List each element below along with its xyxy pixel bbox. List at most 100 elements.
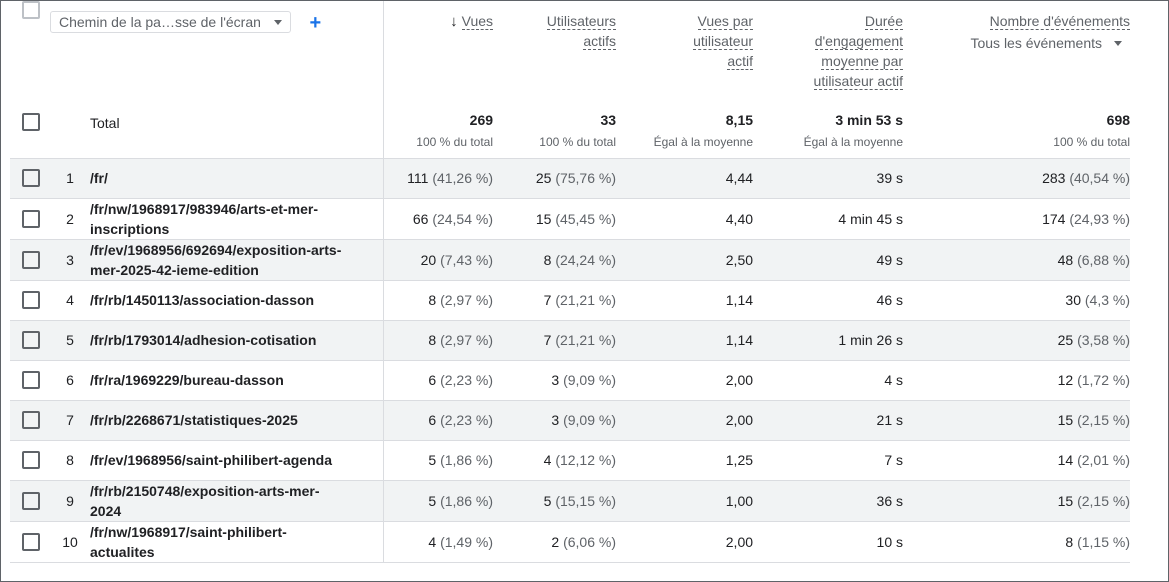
row-events-value: 25 (1057, 332, 1074, 348)
row-events-pct: (40,54 %) (1069, 170, 1131, 186)
row-users: 7 (21,21 %) (493, 320, 617, 361)
row-index: 2 (50, 198, 90, 240)
dimension-select[interactable]: Chemin de la pa…sse de l'écran (50, 11, 291, 33)
row-views-value: 20 (420, 251, 437, 268)
header-views[interactable]: ↓ Vues (383, 1, 494, 101)
row-checkbox[interactable] (22, 371, 40, 389)
report-table-frame: Chemin de la pa…sse de l'écran + ↓ Vues U… (0, 0, 1169, 582)
row-checkbox[interactable] (22, 250, 40, 269)
row-page-path[interactable]: /fr/ra/1969229/bureau-dasson (90, 360, 384, 401)
row-pad (1130, 239, 1162, 280)
table-row[interactable]: 10/fr/nw/1968917/saint-philibert-actuali… (10, 521, 1161, 563)
row-page-path[interactable]: /fr/nw/1968917/saint-philibert-actualite… (90, 521, 384, 563)
row-checkbox[interactable] (22, 209, 40, 228)
row-checkbox-cell (10, 280, 50, 321)
row-users-value: 8 (543, 251, 552, 268)
row-users-pct: (9,09 %) (563, 412, 617, 428)
table-row[interactable]: 4/fr/rb/1450113/association-dasson 8 (2,9… (10, 280, 1161, 321)
row-events-value: 15 (1057, 492, 1074, 509)
sort-descending-icon: ↓ (450, 13, 458, 30)
row-checkbox[interactable] (22, 451, 40, 469)
header-select-all-checkbox[interactable] (22, 1, 40, 19)
row-views-value: 6 (428, 372, 437, 388)
row-users-pct: (24,24 %) (555, 251, 617, 268)
row-checkbox[interactable] (22, 532, 40, 551)
row-page-path[interactable]: /fr/rb/1450113/association-dasson (90, 280, 384, 321)
row-views-per-user: 1,14 (616, 320, 754, 361)
header-active-users-line1: Utilisateurs (546, 13, 617, 30)
row-users-pct: (6,06 %) (563, 533, 617, 550)
table-row[interactable]: 7/fr/rb/2268671/statistiques-2025 6 (2,23… (10, 400, 1162, 441)
row-page-path[interactable]: /fr/ (90, 158, 384, 199)
row-users-pct: (75,76 %) (555, 170, 617, 186)
row-events: 48 (6,88 %) (903, 239, 1131, 281)
row-events-pct: (6,88 %) (1077, 251, 1131, 268)
row-page-path-line1: /fr/ra/1969229/bureau-dasson (90, 372, 284, 388)
row-page-path-line1: /fr/rb/2268671/statistiques-2025 (90, 412, 298, 428)
table-row[interactable]: 9/fr/rb/2150748/exposition-arts-mer- 2024… (10, 480, 1162, 522)
row-events: 174 (24,93 %) (903, 198, 1131, 240)
row-views-value: 66 (412, 210, 429, 227)
header-engagement-time[interactable]: Durée d'engagement moyenne par utilisate… (753, 1, 904, 101)
header-events-label: Nombre d'événements (989, 13, 1131, 30)
table-row[interactable]: 6/fr/ra/1969229/bureau-dasson 6 (2,23 %) 3… (10, 360, 1161, 401)
row-views-per-user: 4,44 (616, 158, 754, 199)
row-events-value: 14 (1057, 452, 1074, 468)
row-page-path[interactable]: /fr/ev/1968956/692694/exposition-arts-me… (90, 239, 384, 281)
row-page-path[interactable]: /fr/nw/1968917/983946/arts-et-mer-inscri… (90, 198, 384, 240)
row-users-value: 25 (535, 170, 552, 186)
row-events-pct: (2,15 %) (1077, 412, 1131, 428)
table-row[interactable]: 3/fr/ev/1968956/692694/exposition-arts-m… (10, 239, 1162, 281)
add-dimension-button[interactable]: + (309, 13, 321, 33)
events-filter-select[interactable]: Tous les événements (970, 35, 1130, 51)
row-engagement-time: 10 s (753, 521, 904, 563)
row-views-per-user: 1,00 (616, 480, 754, 522)
total-vpu-cell: 8,15 Égal à la moyenne (616, 101, 754, 159)
row-checkbox[interactable] (22, 491, 40, 510)
row-events: 30 (4,3 %) (903, 280, 1131, 321)
table-row[interactable]: 8/fr/ev/1968956/saint-philibert-agenda 5 … (10, 440, 1161, 481)
table-row[interactable]: 5/fr/rb/1793014/adhesion-cotisation 8 (2,… (10, 320, 1162, 361)
row-views-value: 111 (407, 170, 429, 186)
total-row: Total 269 100 % du total 33 100 % du tot… (10, 101, 1161, 159)
row-checkbox[interactable] (22, 331, 40, 349)
row-views-pct: (1,86 %) (440, 492, 494, 509)
row-index: 1 (50, 158, 90, 199)
row-page-path-line1: /fr/nw/1968917/saint-philibert- (90, 523, 287, 540)
header-views-per-user[interactable]: Vues par utilisateur actif (616, 1, 754, 101)
total-checkbox[interactable] (22, 113, 40, 131)
row-checkbox[interactable] (22, 169, 40, 187)
row-checkbox[interactable] (22, 411, 40, 429)
header-event-count[interactable]: Nombre d'événements Tous les événements (903, 1, 1131, 101)
row-users: 3 (9,09 %) (493, 360, 617, 401)
row-checkbox-cell (10, 158, 50, 199)
row-engagement-time: 46 s (753, 280, 904, 321)
row-page-path[interactable]: /fr/rb/1793014/adhesion-cotisation (90, 320, 384, 361)
row-pad (1130, 158, 1162, 198)
row-checkbox-cell (10, 239, 50, 281)
total-views-cell: 269 100 % du total (383, 101, 494, 159)
row-users: 4 (12,12 %) (493, 440, 617, 481)
row-index: 4 (50, 280, 90, 321)
row-views-pct: (24,54 %) (432, 210, 494, 227)
row-views: 8 (2,97 %) (383, 280, 494, 321)
row-views-value: 8 (428, 332, 437, 348)
row-engagement-time: 21 s (753, 400, 904, 441)
row-checkbox[interactable] (22, 291, 40, 309)
row-page-path[interactable]: /fr/ev/1968956/saint-philibert-agenda (90, 440, 384, 481)
header-active-users[interactable]: Utilisateurs actifs (493, 1, 617, 101)
row-events: 8 (1,15 %) (903, 521, 1131, 563)
row-page-path-line1: /fr/ (90, 170, 108, 186)
row-views-per-user: 2,00 (616, 521, 754, 563)
row-pad (1130, 280, 1161, 320)
row-page-path[interactable]: /fr/rb/2150748/exposition-arts-mer- 2024 (90, 480, 384, 522)
row-views-value: 5 (428, 492, 437, 509)
table-row[interactable]: 2/fr/nw/1968917/983946/arts-et-mer-inscr… (10, 198, 1161, 240)
row-pad (1130, 521, 1161, 562)
row-views: 4 (1,49 %) (383, 521, 494, 563)
row-users-pct: (21,21 %) (555, 332, 617, 348)
row-page-path[interactable]: /fr/rb/2268671/statistiques-2025 (90, 400, 384, 441)
table-row[interactable]: 1/fr/111 (41,26 %) 25 (75,76 %) 4,44 39 s 28… (10, 158, 1162, 199)
row-views-per-user: 1,25 (616, 440, 754, 481)
header-checkbox-cell (10, 1, 50, 101)
